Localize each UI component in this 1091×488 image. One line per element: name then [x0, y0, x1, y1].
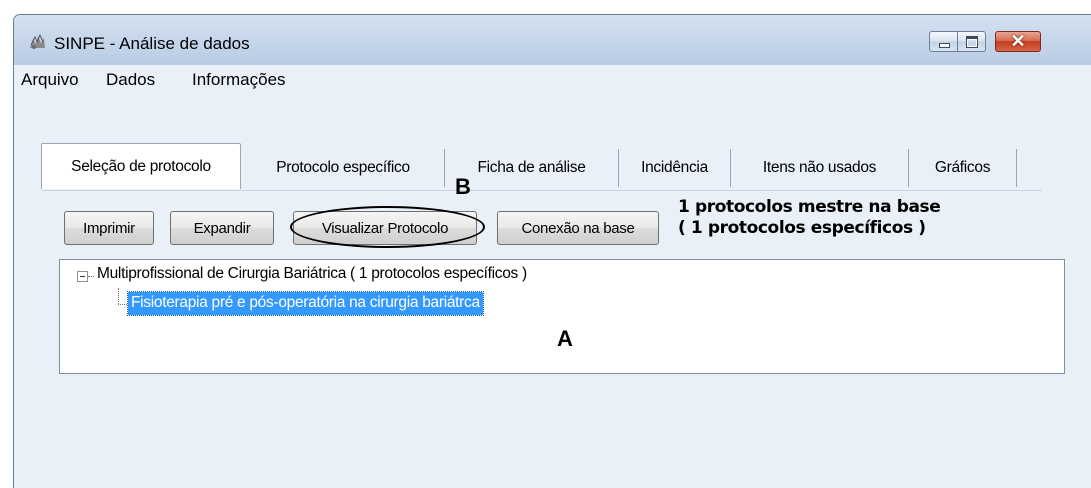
tree-node-root[interactable]: Multiprofissional de Cirurgia Bariátrica…	[97, 265, 527, 283]
protocol-count-status: 1 protocolos mestre na base ( 1 protocol…	[678, 197, 941, 239]
tab-incidencia[interactable]: Incidência	[619, 149, 731, 187]
tree-connector	[118, 304, 127, 305]
annotation-marker-b: B	[455, 174, 471, 199]
tab-selecao-de-protocolo[interactable]: Seleção de protocolo	[41, 143, 241, 189]
minimize-button[interactable]	[929, 31, 958, 52]
tab-itens-nao-usados[interactable]: Itens não usados	[731, 149, 909, 187]
annotation-marker-a: A	[557, 326, 573, 351]
menu-arquivo[interactable]: Arquivo	[21, 70, 79, 90]
tab-graficos[interactable]: Gráficos	[909, 149, 1017, 187]
status-line-specific: ( 1 protocolos específicos )	[678, 218, 926, 238]
close-button[interactable]: ✕	[995, 31, 1041, 52]
menu-bar: Arquivo Dados Informações	[14, 65, 1091, 95]
tree-connector	[118, 288, 119, 304]
close-icon: ✕	[1010, 31, 1026, 51]
tab-protocolo-especifico[interactable]: Protocolo específico	[242, 149, 445, 187]
print-button[interactable]: Imprimir	[64, 211, 154, 245]
app-icon	[30, 33, 45, 49]
view-protocol-button[interactable]: Visualizar Protocolo	[293, 211, 477, 245]
tree-node-child[interactable]: Fisioterapia pré e pós-operatória na cir…	[127, 291, 484, 316]
status-line-master: 1 protocolos mestre na base	[678, 197, 941, 217]
menu-informacoes[interactable]: Informações	[192, 70, 286, 90]
protocol-tree[interactable]: Multiprofissional de Cirurgia Bariátrica…	[59, 259, 1065, 374]
maximize-button[interactable]	[957, 31, 986, 52]
tree-connector	[88, 276, 94, 277]
maximize-icon	[966, 36, 978, 48]
title-bar[interactable]: SINPE - Análise de dados ✕	[14, 15, 1091, 65]
menu-dados[interactable]: Dados	[106, 70, 155, 90]
minimize-icon	[939, 43, 950, 48]
connection-button[interactable]: Conexão na base	[497, 211, 659, 245]
tab-strip-line	[42, 190, 1042, 191]
tab-ficha-de-analise[interactable]: Ficha de análise	[445, 149, 619, 187]
collapse-icon[interactable]	[77, 271, 88, 282]
expand-button[interactable]: Expandir	[170, 211, 274, 245]
app-window: SINPE - Análise de dados ✕ Arquivo Dados…	[13, 14, 1091, 488]
window-title: SINPE - Análise de dados	[54, 34, 250, 53]
